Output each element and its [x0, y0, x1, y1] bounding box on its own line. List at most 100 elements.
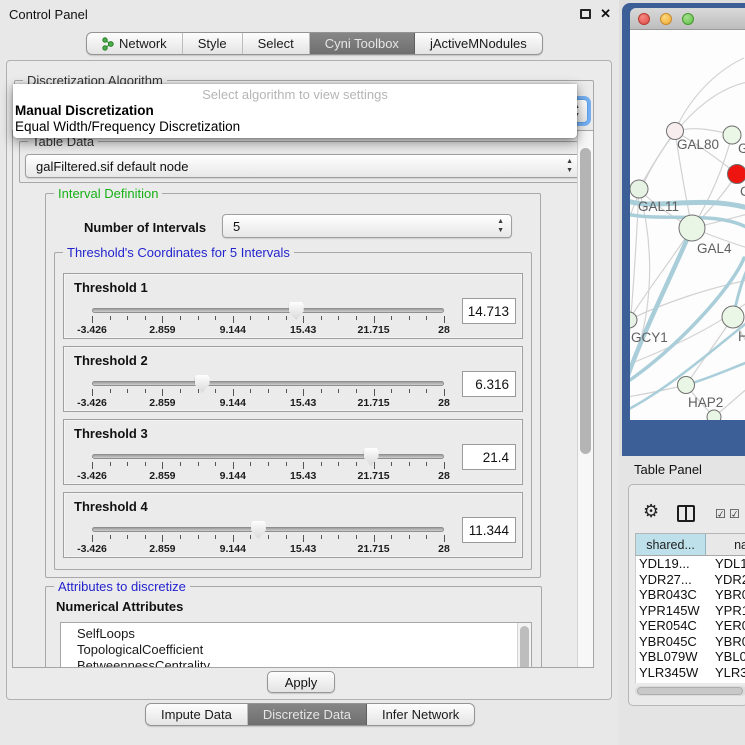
table-row[interactable]: YLR345W YLR3: [636, 665, 745, 681]
close-traffic-light-icon[interactable]: [638, 13, 650, 25]
tab-infer-network[interactable]: Infer Network: [367, 704, 474, 725]
cell-shared-name: YDR27...: [636, 572, 708, 587]
table-hscrollbar-thumb[interactable]: [637, 687, 743, 695]
tick-mark: [286, 316, 287, 320]
threshold-value-field[interactable]: [462, 444, 516, 470]
attribute-item[interactable]: SelfLoops: [77, 626, 531, 642]
threshold-slider[interactable]: [92, 527, 444, 532]
tick-label: 9.144: [220, 324, 246, 336]
network-view-window[interactable]: GAL80GCGAL11GAL4GCY1HHAP2: [622, 3, 745, 456]
tick-mark: [303, 535, 304, 542]
table-row[interactable]: YBR043C YBR0: [636, 587, 745, 603]
network-node[interactable]: [707, 410, 721, 420]
tick-mark: [409, 389, 410, 393]
threshold-value-field[interactable]: [462, 298, 516, 324]
table-row[interactable]: YBR045C YBR0: [636, 634, 745, 650]
attribute-item[interactable]: BetweennessCentrality: [77, 658, 531, 668]
network-canvas[interactable]: GAL80GCGAL11GAL4GCY1HHAP2: [630, 30, 745, 420]
close-icon[interactable]: ✕: [600, 6, 611, 22]
table-row[interactable]: YPR145W YPR1: [636, 603, 745, 619]
table-row[interactable]: YER054C YER0: [636, 618, 745, 634]
tick-mark: [356, 316, 357, 320]
table-row[interactable]: YDR27... YDR2: [636, 572, 745, 588]
network-node[interactable]: [679, 215, 705, 241]
tick-mark: [233, 316, 234, 323]
threshold-label: Threshold 2: [74, 353, 148, 368]
threshold-label: Threshold 4: [74, 499, 148, 514]
tab-network[interactable]: Network: [87, 33, 183, 54]
network-node[interactable]: [722, 306, 744, 328]
tick-label: -3.426: [77, 397, 107, 409]
threshold-slider[interactable]: [92, 308, 444, 313]
column-header-shared-name[interactable]: shared...: [636, 534, 706, 555]
tick-mark: [286, 462, 287, 466]
minimize-traffic-light-icon[interactable]: [660, 13, 672, 25]
tick-label: -3.426: [77, 470, 107, 482]
tab-cyni-toolbox[interactable]: Cyni Toolbox: [310, 33, 415, 54]
numerical-attributes-label: Numerical Attributes: [56, 599, 183, 614]
checkbox-checked-icon[interactable]: ☑: [715, 507, 726, 521]
tick-label: 28: [438, 470, 450, 482]
table-data-combo[interactable]: galFiltered.sif default node ▲ ▼: [25, 154, 581, 178]
tick-label: 2.859: [149, 324, 175, 336]
table-horizontal-scrollbar[interactable]: [635, 686, 745, 696]
threshold-slider[interactable]: [92, 454, 444, 459]
attributes-group: Attributes to discretize Numerical Attri…: [45, 586, 542, 668]
popup-option-manual-discretization[interactable]: Manual Discretization: [15, 103, 154, 118]
tick-mark: [250, 462, 251, 466]
popup-option-equal-width-frequency[interactable]: Equal Width/Frequency Discretization: [15, 119, 240, 134]
network-node[interactable]: [630, 180, 648, 198]
tick-mark: [110, 316, 111, 320]
network-node[interactable]: [630, 312, 637, 328]
numerical-attributes-list[interactable]: SelfLoopsTopologicalCoefficientBetweenne…: [60, 622, 532, 668]
spinner-down-icon: ▼: [497, 226, 504, 235]
tick-mark: [198, 535, 199, 539]
tick-mark: [180, 389, 181, 393]
tick-label: 2.859: [149, 543, 175, 555]
tab-jactivemnodules[interactable]: jActiveMNodules: [415, 33, 542, 54]
network-node[interactable]: [678, 377, 695, 394]
threshold-value-field[interactable]: [462, 517, 516, 543]
tab-style[interactable]: Style: [183, 33, 243, 54]
gear-icon[interactable]: ⚙: [643, 501, 659, 522]
zoom-traffic-light-icon[interactable]: [682, 13, 694, 25]
attributes-scrollbar-thumb[interactable]: [520, 626, 529, 668]
column-header-name[interactable]: na: [706, 534, 745, 555]
settings-scrollbar-thumb[interactable]: [580, 148, 591, 454]
attribute-item[interactable]: TopologicalCoefficient: [77, 642, 531, 658]
cell-name: YIL0: [709, 680, 742, 683]
threshold-value-field[interactable]: [462, 371, 516, 397]
tick-mark: [268, 316, 269, 320]
top-tab-bar: Network Style Select Cyni Toolbox jActiv…: [86, 32, 543, 55]
network-window-titlebar[interactable]: [630, 8, 745, 30]
tick-mark: [303, 389, 304, 396]
table-row[interactable]: YDL19... YDL1: [636, 556, 745, 572]
settings-vertical-scrollbar[interactable]: [577, 131, 593, 667]
tab-discretize-data[interactable]: Discretize Data: [248, 704, 367, 725]
table-panel-title: Table Panel: [634, 462, 702, 477]
attributes-list-scrollbar[interactable]: [517, 623, 531, 668]
network-node[interactable]: [728, 165, 745, 184]
columns-icon[interactable]: [677, 505, 695, 522]
tick-mark: [374, 316, 375, 323]
table-row[interactable]: YBL079W YBL0: [636, 649, 745, 665]
tick-mark: [374, 535, 375, 542]
float-window-icon[interactable]: [580, 9, 591, 19]
threshold-slider[interactable]: [92, 381, 444, 386]
tab-impute-data[interactable]: Impute Data: [146, 704, 248, 725]
tab-select[interactable]: Select: [243, 33, 310, 54]
popup-hint: Select algorithm to view settings: [13, 87, 577, 102]
table-row[interactable]: YIL052C YIL0: [636, 680, 745, 683]
tick-label: 21.715: [358, 543, 390, 555]
tick-mark: [127, 316, 128, 320]
number-of-intervals-combo[interactable]: 5 ▲ ▼: [222, 214, 512, 238]
checkbox-checked-icon[interactable]: ☑: [729, 507, 740, 521]
tick-mark: [338, 535, 339, 539]
tick-mark: [180, 535, 181, 539]
tick-mark: [303, 316, 304, 323]
apply-button[interactable]: Apply: [267, 671, 335, 693]
node-attribute-table: shared... na YDL19... YDL1 YDR27... YDR2…: [635, 533, 745, 683]
tick-label: 2.859: [149, 397, 175, 409]
cell-shared-name: YPR145W: [636, 603, 709, 618]
threshold-panel: Threshold 3 -3.4262.8599.14415.4321.7152…: [63, 419, 523, 485]
